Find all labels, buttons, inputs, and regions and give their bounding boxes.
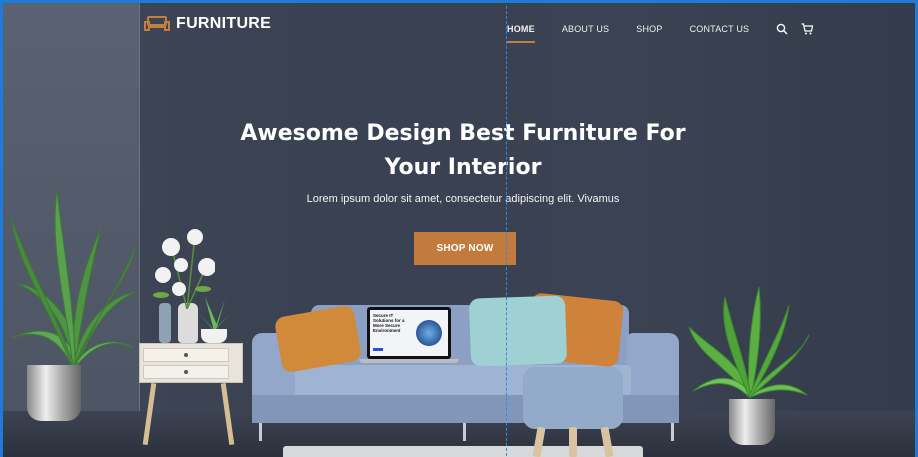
- cart-icon[interactable]: [801, 23, 814, 35]
- rug: [283, 446, 643, 457]
- search-icon[interactable]: [776, 23, 788, 35]
- hero-title: Awesome Design Best Furniture For Your I…: [223, 117, 703, 185]
- laptop-screen-content: Secure IT Solutions for a More Secure En…: [370, 310, 448, 356]
- cloud-graphic: [416, 320, 442, 346]
- shop-now-button[interactable]: SHOP NOW: [414, 232, 516, 265]
- side-table-drawer-bottom: [143, 365, 229, 379]
- drawer-knob: [184, 370, 188, 374]
- nav-contact-us[interactable]: CONTACT US: [690, 24, 750, 34]
- left-plant-pot: [27, 365, 81, 421]
- sofa-leg: [259, 423, 262, 441]
- tall-plant-illustration: [10, 189, 136, 369]
- laptop-screen-title: Secure IT Solutions for a More Secure En…: [373, 313, 405, 333]
- laptop: Secure IT Solutions for a More Secure En…: [367, 307, 451, 359]
- hero-title-line-1: Awesome Design Best Furniture For: [240, 121, 686, 146]
- ottoman: [523, 367, 623, 429]
- nav-shop[interactable]: SHOP: [636, 24, 662, 34]
- main-nav: HOME ABOUT US SHOP CONTACT US: [507, 23, 826, 43]
- hero-subtitle: Lorem ipsum dolor sit amet, consectetur …: [306, 193, 620, 205]
- nav-home[interactable]: HOME: [507, 24, 535, 43]
- succulent-illustration: [199, 297, 229, 331]
- succulent-pot: [201, 329, 227, 343]
- blue-pillow: [468, 295, 568, 367]
- right-plant-pot: [729, 399, 775, 445]
- right-plant-illustration: [689, 287, 809, 399]
- brand-name: FURNITURE: [176, 15, 272, 32]
- sofa-leg: [671, 423, 674, 441]
- nav-about-us[interactable]: ABOUT US: [562, 24, 609, 34]
- drawer-knob: [184, 353, 188, 357]
- laptop-base: [359, 359, 459, 363]
- laptop-screen-button: [373, 348, 383, 351]
- browser-viewport: Secure IT Solutions for a More Secure En…: [0, 0, 918, 457]
- sofa-logo-icon: [144, 16, 170, 31]
- side-table-drawer-top: [143, 348, 229, 362]
- brand-logo[interactable]: FURNITURE: [144, 15, 271, 33]
- decor-bottle: [159, 303, 171, 343]
- ottoman-leg: [569, 427, 577, 457]
- layout-guide-line: [506, 6, 507, 457]
- sofa-leg: [463, 423, 466, 441]
- flower-vase: [178, 303, 198, 343]
- hero-title-line-2: Your Interior: [384, 155, 542, 180]
